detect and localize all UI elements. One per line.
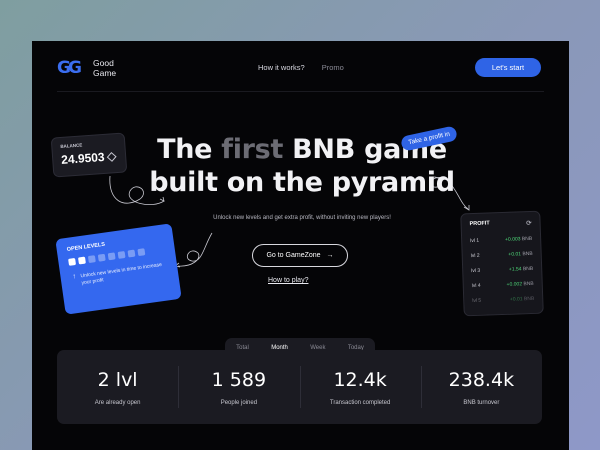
- stat-value: 12.4k: [333, 369, 387, 391]
- nav-link-how-it-works[interactable]: How it works?: [258, 63, 305, 72]
- open-levels-note: ↑ Unlock new levels in time to increase …: [70, 261, 168, 287]
- bnb-icon: [107, 151, 117, 162]
- balance-value-row: 24.9503: [61, 149, 118, 167]
- profit-value: +1.54 BNB: [509, 266, 534, 273]
- profit-unit: BNB: [522, 265, 534, 273]
- stat-people-joined: 1 589 People joined: [178, 350, 299, 424]
- level-square: [97, 253, 106, 262]
- level-square: [117, 250, 126, 259]
- level-square: [137, 248, 146, 257]
- level-square: [68, 257, 77, 266]
- stat-caption: Are already open: [94, 400, 141, 406]
- hero-title-part: The: [157, 134, 222, 165]
- profit-amount: +0.01: [508, 251, 522, 258]
- profit-value: +0.003 BNB: [505, 236, 532, 243]
- profit-level: lvl 3: [471, 267, 481, 275]
- stat-value: 1 589: [211, 369, 267, 391]
- profit-row: lvl 2 +0.01 BNB: [471, 251, 533, 259]
- profit-row: lvl 3 +1.54 BNB: [471, 266, 533, 274]
- go-to-gamezone-label: Go to GameZone: [266, 252, 321, 259]
- arrow-up-icon: ↑: [72, 273, 77, 281]
- hero-title-highlight: first: [221, 134, 284, 165]
- logo-text-line1: Good: [93, 58, 114, 68]
- open-levels-note-text: Unlock new levels in time to increase yo…: [80, 261, 163, 286]
- logo-text: Good Game: [93, 58, 116, 78]
- balance-value: 24.9503: [60, 149, 106, 167]
- logo-icon: GG: [57, 58, 82, 78]
- balance-label: BALANCE: [60, 142, 83, 149]
- stat-value: 238.4k: [448, 369, 515, 391]
- level-square: [87, 255, 96, 264]
- profit-title: PROFIT: [469, 220, 490, 228]
- header-divider: [57, 91, 544, 92]
- hero-subtitle: Unlock new levels and get extra profit, …: [213, 215, 391, 221]
- stat-caption: BNB turnover: [463, 400, 500, 406]
- profit-card: PROFIT ⟳ lvl 1 +0.003 BNB lvl 2 +0.01 BNB lv…: [460, 210, 544, 317]
- level-square: [78, 256, 86, 265]
- nav-link-promo[interactable]: Promo: [322, 63, 344, 72]
- profit-header: PROFIT ⟳: [470, 219, 532, 229]
- profit-amount: +0.003: [504, 236, 521, 243]
- app-frame: GG Good Game How it works? Promo Let's s…: [32, 41, 569, 450]
- logo-text-line2: Game: [93, 68, 117, 78]
- level-square: [127, 249, 136, 258]
- profit-level: lvl 2: [470, 252, 480, 260]
- refresh-icon[interactable]: ⟳: [526, 219, 532, 227]
- profit-value: +0.01 BNB: [508, 251, 533, 258]
- stat-levels-open: 2 lvl Are already open: [57, 350, 178, 424]
- arrow-right-icon: →: [326, 252, 334, 259]
- stat-caption: People joined: [220, 400, 258, 406]
- stats-panel: 2 lvl Are already open 1 589 People join…: [57, 350, 542, 424]
- hero-title-line2: built on the pyramid: [149, 167, 455, 198]
- go-to-gamezone-button[interactable]: Go to GameZone →: [252, 244, 348, 267]
- open-levels-card: OPEN LEVELS ↑ Unlock new levels in time …: [55, 223, 182, 315]
- profit-unit: BNB: [522, 250, 533, 258]
- stat-transactions: 12.4k Transaction completed: [299, 350, 421, 424]
- lets-start-button[interactable]: Let's start: [475, 58, 541, 77]
- stat-value: 2 lvl: [97, 369, 138, 391]
- how-to-play-link[interactable]: How to play?: [268, 277, 308, 284]
- balance-card: BALANCE 24.9503: [50, 132, 128, 178]
- profit-unit: BNB: [521, 235, 533, 243]
- stat-bnb-turnover: 238.4k BNB turnover: [420, 350, 542, 424]
- profit-row: lvl 1 +0.003 BNB: [470, 236, 532, 244]
- logo[interactable]: GG Good Game: [57, 58, 116, 78]
- profit-level: lvl 1: [470, 237, 480, 245]
- profit-amount: +1.54: [508, 266, 522, 273]
- level-square: [107, 252, 116, 261]
- stat-caption: Transaction completed: [329, 400, 391, 406]
- profit-fade: [463, 280, 543, 316]
- top-nav: How it works? Promo: [258, 63, 344, 72]
